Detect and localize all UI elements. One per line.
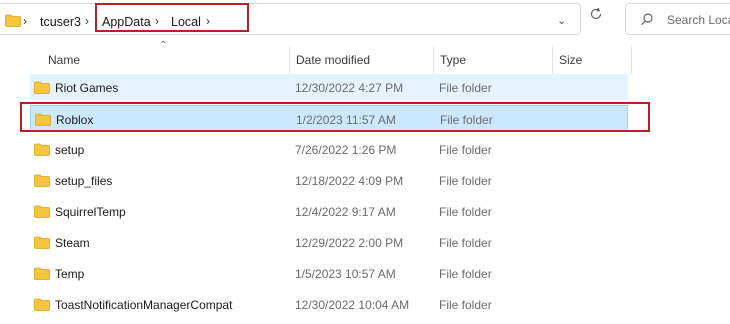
file-name: ToastNotificationManagerCompat xyxy=(55,298,233,312)
table-row[interactable]: setup 7/26/2022 1:26 PM File folder xyxy=(30,136,628,162)
column-divider[interactable] xyxy=(552,46,553,74)
breadcrumb-item-tcuser3[interactable]: tcuser3 xyxy=(40,15,81,29)
file-type: File folder xyxy=(439,267,492,281)
search-input[interactable]: Search Loca xyxy=(625,3,730,35)
column-header-type[interactable]: Type xyxy=(440,53,466,67)
folder-icon xyxy=(34,174,50,190)
date-modified: 12/4/2022 9:17 AM xyxy=(295,205,396,219)
date-modified: 1/5/2023 10:57 AM xyxy=(295,267,396,281)
column-header-name[interactable]: Name xyxy=(48,53,80,67)
folder-icon xyxy=(34,236,50,252)
file-type: File folder xyxy=(439,81,492,95)
table-row[interactable]: Steam 12/29/2022 2:00 PM File folder xyxy=(30,229,628,255)
folder-icon xyxy=(34,298,50,314)
table-row[interactable]: Riot Games 12/30/2022 4:27 PM File folder xyxy=(30,74,628,100)
highlight-box-roblox-row xyxy=(20,102,650,132)
file-name: Steam xyxy=(55,236,90,250)
table-row[interactable]: SquirrelTemp 12/4/2022 9:17 AM File folder xyxy=(30,198,628,224)
folder-icon xyxy=(34,143,50,159)
file-type: File folder xyxy=(439,143,492,157)
table-row[interactable]: ToastNotificationManagerCompat 12/30/2022… xyxy=(30,291,628,317)
date-modified: 12/30/2022 4:27 PM xyxy=(295,81,404,95)
search-icon xyxy=(640,12,654,29)
file-type: File folder xyxy=(439,298,492,312)
file-name: Temp xyxy=(55,267,85,281)
file-type: File folder xyxy=(439,205,492,219)
folder-icon xyxy=(34,81,50,97)
address-bar-row: › tcuser3 › AppData › Local › ⌄ Search L… xyxy=(0,0,730,36)
address-bar[interactable]: › tcuser3 › AppData › Local › ⌄ xyxy=(0,3,581,35)
column-header-date[interactable]: Date modified xyxy=(296,53,370,67)
highlight-box-breadcrumb xyxy=(95,3,249,32)
file-name: setup_files xyxy=(55,174,113,188)
folder-icon xyxy=(34,267,50,283)
sort-up-icon[interactable]: ⌃ xyxy=(159,40,167,51)
folder-icon xyxy=(34,205,50,221)
file-name: setup xyxy=(55,143,85,157)
chevron-down-icon[interactable]: ⌄ xyxy=(557,14,566,27)
folder-icon xyxy=(5,14,21,30)
file-name: Riot Games xyxy=(55,81,119,95)
refresh-icon[interactable] xyxy=(588,6,604,25)
column-divider[interactable] xyxy=(433,46,434,74)
date-modified: 7/26/2022 1:26 PM xyxy=(295,143,397,157)
chevron-right-icon[interactable]: › xyxy=(85,14,89,28)
chevron-right-icon: › xyxy=(23,14,27,28)
search-placeholder: Search Loca xyxy=(667,13,730,27)
date-modified: 12/30/2022 10:04 AM xyxy=(295,298,410,312)
table-row[interactable]: setup_files 12/18/2022 4:09 PM File folder xyxy=(30,167,628,193)
column-divider[interactable] xyxy=(289,46,290,74)
date-modified: 12/29/2022 2:00 PM xyxy=(295,236,404,250)
date-modified: 12/18/2022 4:09 PM xyxy=(295,174,404,188)
column-divider[interactable] xyxy=(631,46,632,74)
column-header-size[interactable]: Size xyxy=(559,53,582,67)
file-type: File folder xyxy=(439,174,492,188)
file-name: SquirrelTemp xyxy=(55,205,126,219)
table-row[interactable]: Temp 1/5/2023 10:57 AM File folder xyxy=(30,260,628,286)
file-type: File folder xyxy=(439,236,492,250)
